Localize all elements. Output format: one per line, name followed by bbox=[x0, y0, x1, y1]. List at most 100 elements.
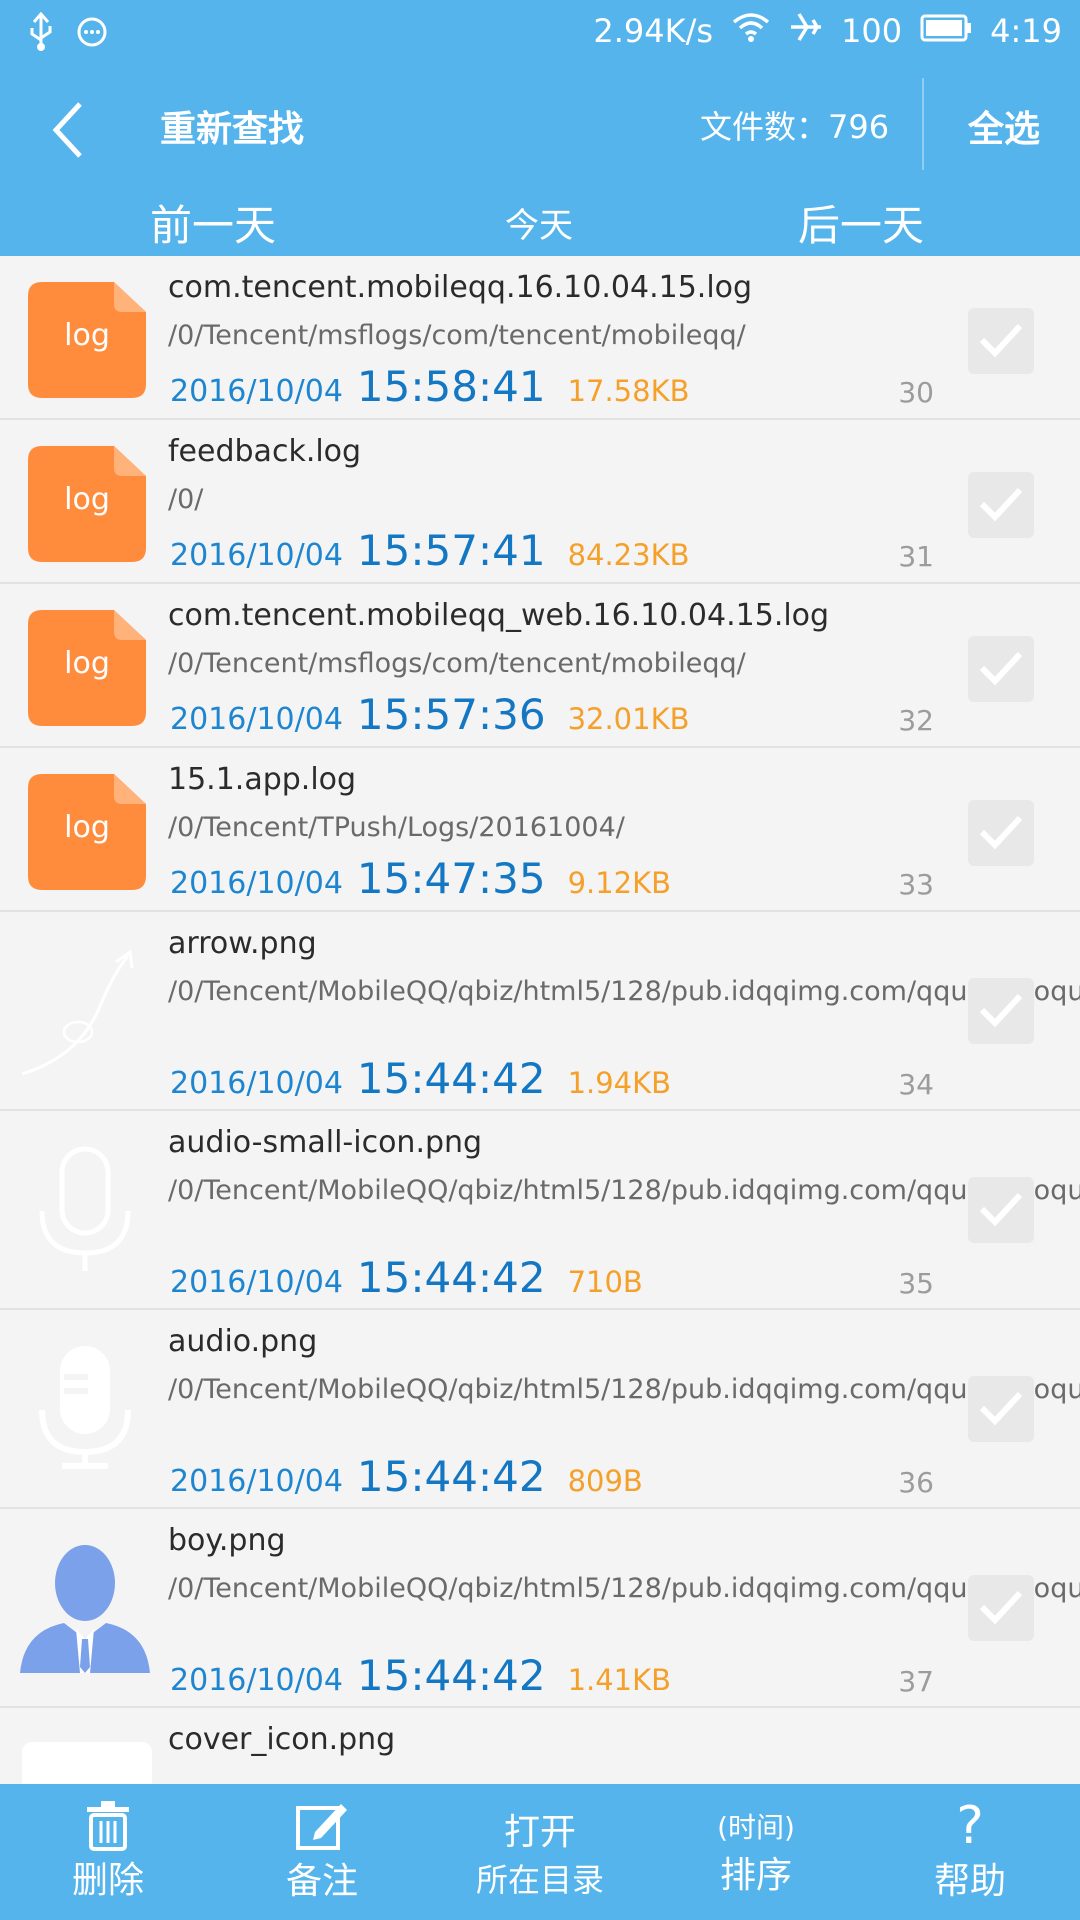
file-time: 15:57:41 bbox=[356, 526, 546, 575]
file-name: cover_icon.png bbox=[168, 1722, 396, 1757]
file-path: /0/Tencent/msflogs/com/tencent/mobileqq/ bbox=[168, 320, 746, 351]
file-name: com.tencent.mobileqq.16.10.04.15.log bbox=[168, 270, 753, 305]
file-index: 32 bbox=[898, 704, 934, 737]
file-path: /0/ bbox=[168, 484, 204, 515]
check-icon bbox=[979, 1391, 1023, 1426]
file-time: 15:44:42 bbox=[356, 1253, 546, 1302]
file-date: 2016/10/04 bbox=[170, 1265, 343, 1300]
refind-button[interactable]: 重新查找 bbox=[160, 100, 304, 152]
file-path: /0/Tencent/TPush/Logs/20161004/ bbox=[168, 812, 625, 843]
row-checkbox[interactable] bbox=[968, 1575, 1034, 1641]
status-left-icons bbox=[26, 11, 108, 56]
header-divider bbox=[922, 78, 924, 170]
delete-label: 删除 bbox=[71, 1860, 144, 1901]
file-row[interactable]: cover_icon.png bbox=[0, 1708, 1080, 1784]
log-icon-label: log bbox=[64, 646, 110, 681]
open-folder-button[interactable]: 打开 所在目录 bbox=[460, 1784, 620, 1920]
file-size: 17.58KB bbox=[567, 374, 690, 408]
clock: 4:19 bbox=[990, 12, 1062, 50]
row-checkbox[interactable] bbox=[968, 800, 1034, 866]
file-time: 15:44:42 bbox=[356, 1054, 546, 1103]
file-name: 15.1.app.log bbox=[168, 762, 357, 797]
check-icon bbox=[979, 993, 1023, 1028]
file-index: 36 bbox=[898, 1466, 934, 1499]
row-checkbox[interactable] bbox=[968, 308, 1034, 374]
file-row[interactable]: audio.png /0/Tencent/MobileQQ/qbiz/html5… bbox=[0, 1310, 1080, 1509]
file-index: 37 bbox=[898, 1665, 934, 1698]
file-index: 30 bbox=[898, 376, 934, 409]
file-meta: 2016/10/04 15:57:36 32.01KB bbox=[170, 690, 690, 739]
file-path: /0/Tencent/MobileQQ/qbiz/html5/128/pub.i… bbox=[168, 1374, 1080, 1405]
file-meta: 2016/10/04 15:44:42 1.94KB bbox=[170, 1054, 671, 1103]
log-file-icon: log bbox=[20, 274, 150, 404]
image-thumbnail bbox=[20, 1742, 152, 1784]
file-row[interactable]: log feedback.log /0/ 2016/10/04 15:57:41… bbox=[0, 420, 1080, 584]
file-row[interactable]: arrow.png /0/Tencent/MobileQQ/qbiz/html5… bbox=[0, 912, 1080, 1111]
status-right: 2.94K/s 100 4:19 bbox=[593, 10, 1062, 52]
check-icon bbox=[979, 815, 1023, 850]
file-time: 15:44:42 bbox=[356, 1452, 546, 1501]
file-index: 35 bbox=[898, 1267, 934, 1300]
log-icon-label: log bbox=[64, 318, 110, 353]
bottom-toolbar: 删除 备注 打开 所在目录 (时间) 排序 ? 帮助 bbox=[0, 1784, 1080, 1920]
chevron-left-icon bbox=[52, 102, 82, 158]
open-label: 打开 bbox=[503, 1812, 576, 1853]
prev-day-button[interactable]: 前一天 bbox=[150, 192, 276, 253]
log-icon-label: log bbox=[64, 482, 110, 517]
file-row[interactable]: boy.png /0/Tencent/MobileQQ/qbiz/html5/1… bbox=[0, 1509, 1080, 1708]
file-meta: 2016/10/04 15:44:42 710B bbox=[170, 1253, 643, 1302]
file-name: com.tencent.mobileqq_web.16.10.04.15.log bbox=[168, 598, 830, 633]
file-list[interactable]: log com.tencent.mobileqq.16.10.04.15.log… bbox=[0, 256, 1080, 1784]
battery-icon bbox=[920, 12, 972, 50]
wifi-icon bbox=[731, 11, 771, 51]
file-row[interactable]: log com.tencent.mobileqq.16.10.04.15.log… bbox=[0, 256, 1080, 420]
sort-mode-label: (时间) bbox=[717, 1811, 795, 1844]
row-checkbox[interactable] bbox=[968, 636, 1034, 702]
file-date: 2016/10/04 bbox=[170, 374, 343, 409]
file-size: 809B bbox=[567, 1464, 643, 1498]
next-day-button[interactable]: 后一天 bbox=[798, 192, 924, 253]
row-checkbox[interactable] bbox=[968, 472, 1034, 538]
file-size: 710B bbox=[567, 1265, 643, 1299]
row-checkbox[interactable] bbox=[968, 978, 1034, 1044]
file-index: 34 bbox=[898, 1068, 934, 1101]
help-label: 帮助 bbox=[933, 1861, 1006, 1902]
delete-button[interactable]: 删除 bbox=[50, 1784, 166, 1920]
file-row[interactable]: log com.tencent.mobileqq_web.16.10.04.15… bbox=[0, 584, 1080, 748]
file-size: 1.94KB bbox=[567, 1066, 672, 1100]
today-button[interactable]: 今天 bbox=[505, 198, 573, 247]
battery-level: 100 bbox=[841, 12, 903, 50]
note-label: 备注 bbox=[285, 1861, 358, 1902]
back-button[interactable] bbox=[38, 90, 98, 170]
check-icon bbox=[979, 1192, 1023, 1227]
file-time: 15:47:35 bbox=[356, 854, 546, 903]
person-icon bbox=[20, 1543, 150, 1673]
network-speed: 2.94K/s bbox=[593, 12, 714, 50]
row-checkbox[interactable] bbox=[968, 1376, 1034, 1442]
question-icon: ? bbox=[956, 1796, 984, 1856]
log-file-icon: log bbox=[20, 602, 150, 732]
file-name: feedback.log bbox=[168, 434, 362, 469]
sort-label: 排序 bbox=[719, 1855, 792, 1896]
note-button[interactable]: 备注 bbox=[264, 1784, 380, 1920]
file-row[interactable]: log 15.1.app.log /0/Tencent/TPush/Logs/2… bbox=[0, 748, 1080, 912]
log-icon-label: log bbox=[64, 810, 110, 845]
log-file-icon: log bbox=[20, 766, 150, 896]
file-index: 33 bbox=[898, 868, 934, 901]
file-time: 15:57:36 bbox=[356, 690, 546, 739]
file-path: /0/Tencent/msflogs/com/tencent/mobileqq/ bbox=[168, 648, 746, 679]
file-row[interactable]: audio-small-icon.png /0/Tencent/MobileQQ… bbox=[0, 1111, 1080, 1310]
trash-icon bbox=[87, 1801, 129, 1851]
file-name: audio-small-icon.png bbox=[168, 1125, 483, 1160]
help-button[interactable]: ? 帮助 bbox=[912, 1784, 1028, 1920]
file-date: 2016/10/04 bbox=[170, 1663, 343, 1698]
sort-button[interactable]: (时间) 排序 bbox=[690, 1784, 822, 1920]
file-time: 15:44:42 bbox=[356, 1651, 546, 1700]
row-checkbox[interactable] bbox=[968, 1177, 1034, 1243]
chat-icon bbox=[76, 16, 108, 52]
file-size: 84.23KB bbox=[567, 538, 690, 572]
check-icon bbox=[979, 487, 1023, 522]
select-all-button[interactable]: 全选 bbox=[968, 100, 1040, 152]
file-size: 9.12KB bbox=[567, 866, 672, 900]
file-count: 文件数：796 bbox=[700, 108, 890, 146]
